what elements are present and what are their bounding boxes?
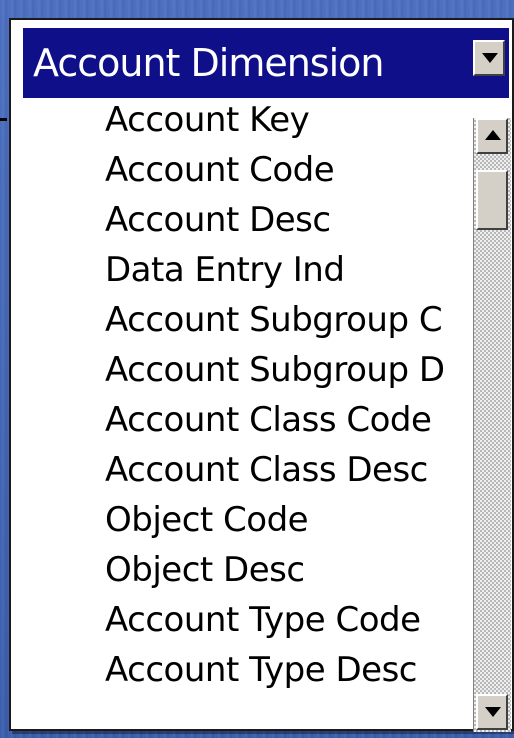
list-item[interactable]: Object Code bbox=[105, 500, 309, 540]
attribute-list[interactable]: Account Key Account Code Account Desc Da… bbox=[27, 100, 467, 726]
scroll-up-button[interactable] bbox=[476, 118, 508, 154]
list-item[interactable]: Account Class Code bbox=[105, 400, 432, 440]
list-item[interactable]: Account Subgroup C bbox=[105, 300, 443, 340]
list-item[interactable]: Account Class Desc bbox=[105, 450, 428, 490]
list-item[interactable]: Account Type Desc bbox=[105, 650, 418, 690]
scroll-up-arrow-icon bbox=[485, 130, 501, 140]
scroll-down-button[interactable] bbox=[476, 694, 508, 730]
list-item[interactable]: Account Type Code bbox=[105, 600, 421, 640]
scrollbar-thumb[interactable] bbox=[476, 170, 508, 230]
dropdown-toggle-button[interactable] bbox=[473, 40, 505, 76]
connector-tick bbox=[0, 118, 7, 121]
list-item[interactable]: Object Desc bbox=[105, 550, 305, 590]
chevron-down-icon bbox=[482, 53, 498, 63]
list-item[interactable]: Account Key bbox=[105, 100, 310, 140]
list-item[interactable]: Data Entry Ind bbox=[105, 250, 345, 290]
account-dimension-dropdown[interactable]: Account Dimension Account Key Account Co… bbox=[9, 18, 514, 732]
dropdown-header[interactable]: Account Dimension bbox=[23, 28, 509, 98]
list-item[interactable]: Account Code bbox=[105, 150, 335, 190]
list-item[interactable]: Account Subgroup D bbox=[105, 350, 445, 390]
dropdown-title: Account Dimension bbox=[33, 41, 384, 85]
scroll-down-arrow-icon bbox=[485, 707, 501, 717]
vertical-scrollbar[interactable] bbox=[473, 118, 511, 732]
list-item[interactable]: Account Desc bbox=[105, 200, 331, 240]
